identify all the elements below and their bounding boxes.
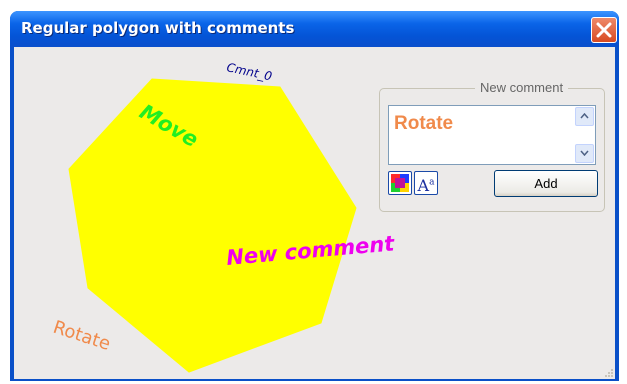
group-legend: New comment [475,80,569,95]
scroll-down-button[interactable] [575,144,594,163]
chevron-up-icon [580,113,589,119]
font-button[interactable]: Aa [414,171,438,195]
color-palette-icon [391,174,409,192]
app-window: Regular polygon with comments Cmnt_0 Mov… [10,11,619,381]
window-title: Regular polygon with comments [21,19,295,37]
resize-grip-icon[interactable] [603,367,614,378]
comment-input-value: Rotate [394,113,454,134]
comment-rotate[interactable]: Rotate [50,317,113,355]
new-comment-group: New comment Rotate Aa Add [379,80,605,212]
add-button[interactable]: Add [494,170,598,197]
close-icon [596,22,612,38]
close-button[interactable] [591,17,617,43]
client-area: Cmnt_0 Move New comment Rotate New comme… [14,47,615,379]
color-picker-button[interactable] [388,171,412,195]
scroll-up-button[interactable] [575,107,594,126]
polygon-shape[interactable] [68,78,357,373]
font-icon: Aa [417,176,435,196]
comment-cmnt0[interactable]: Cmnt_0 [225,60,273,83]
title-bar[interactable]: Regular polygon with comments [10,11,619,47]
chevron-down-icon [580,150,589,156]
comment-input[interactable]: Rotate [388,105,596,165]
